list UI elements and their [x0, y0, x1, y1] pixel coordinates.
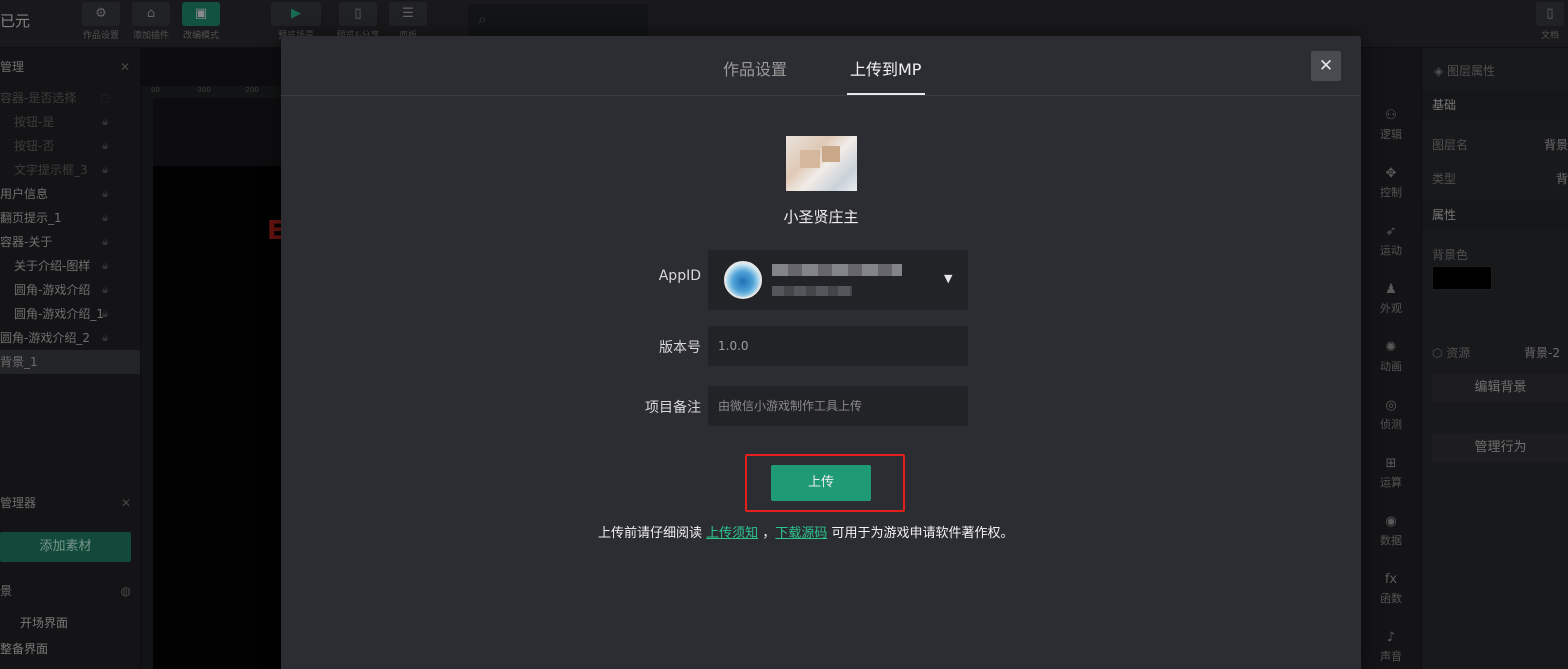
notice-separator: ， [762, 526, 776, 541]
upload-dialog: 作品设置 上传到MP ✕ 小圣贤庄主 AppID ▼ 版本号 项目备注 上传 上… [281, 36, 1361, 669]
close-icon[interactable]: ✕ [1311, 51, 1341, 81]
app-name-redacted [772, 264, 902, 276]
upload-guide-link[interactable]: 上传须知 [706, 526, 758, 541]
tab-project-settings[interactable]: 作品设置 [723, 56, 787, 80]
remark-label: 项目备注 [645, 400, 701, 416]
tab-upload-mp[interactable]: 上传到MP [850, 56, 921, 80]
upload-notice: 上传前请仔细阅读 上传须知 ，下载源码 可用于为游戏申请软件著作权。 [598, 522, 1014, 541]
download-source-link[interactable]: 下载源码 [775, 526, 827, 541]
remark-field[interactable] [708, 386, 968, 426]
chevron-down-icon: ▼ [944, 272, 953, 285]
version-label: 版本号 [659, 340, 701, 356]
active-tab-indicator [847, 93, 925, 95]
account-avatar [786, 136, 857, 191]
account-nickname: 小圣贤庄主 [783, 208, 859, 226]
app-root: 已元 ⚙ 作品设置 ⌂ 添加插件 ▣ 改编模式 ▶ 预览场景 ▯ 预览&分享 ☰… [0, 0, 1568, 669]
appid-label: AppID [658, 268, 701, 284]
appid-select[interactable]: ▼ [708, 250, 968, 310]
notice-suffix: 可用于为游戏申请软件著作权。 [831, 526, 1014, 541]
dialog-header: 作品设置 上传到MP ✕ [281, 36, 1361, 96]
upload-button[interactable]: 上传 [771, 465, 871, 501]
notice-prefix: 上传前请仔细阅读 [598, 526, 703, 541]
app-id-redacted [772, 286, 852, 296]
version-field[interactable] [708, 326, 968, 366]
app-logo [724, 261, 762, 299]
